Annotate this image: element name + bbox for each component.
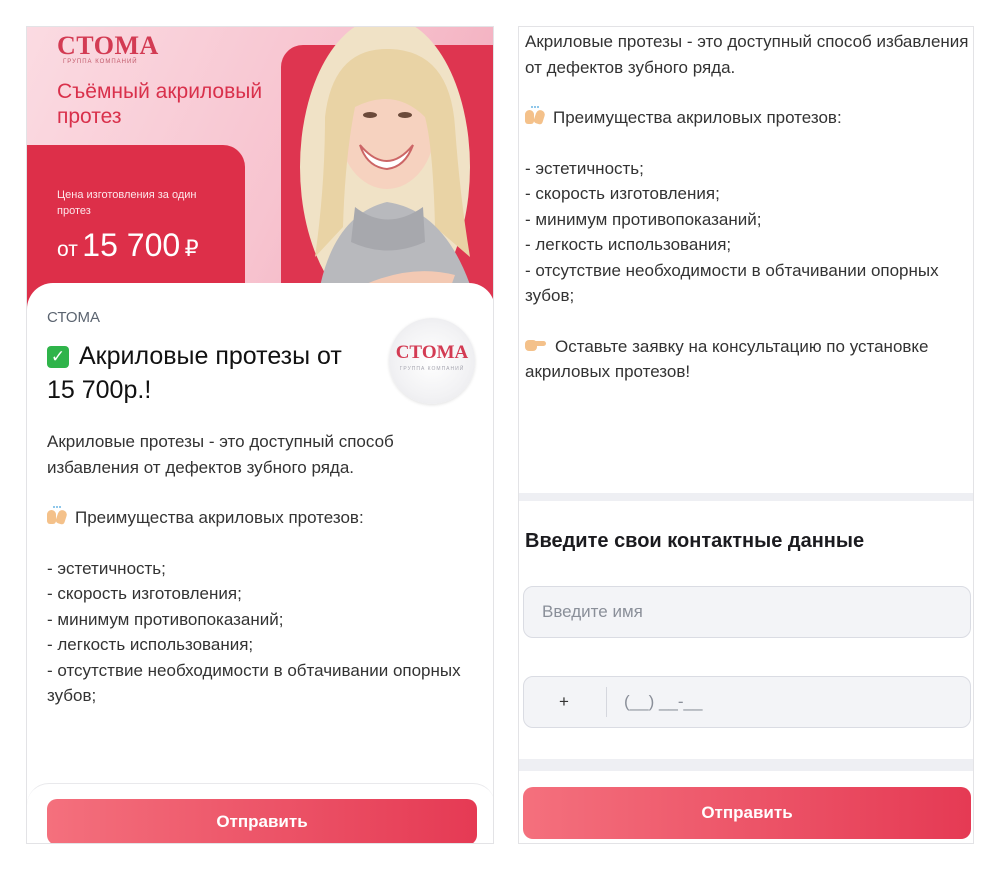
submit-button[interactable]: Отправить — [47, 799, 477, 843]
benefit-item: - легкость использования; — [47, 635, 254, 654]
section-divider — [519, 493, 973, 501]
cta-text: Оставьте заявку на консультацию по устан… — [525, 336, 929, 382]
check-icon: ✓ — [47, 346, 69, 368]
form-title: Введите свои контактные данные — [525, 530, 865, 552]
benefit-item: - эстетичность; — [525, 158, 644, 178]
benefit-item: - легкость использования; — [525, 235, 732, 254]
brand-logo-subtitle: ГРУППА КОМПАНИЙ — [63, 59, 138, 65]
price-label: Цена изготовления за один протез — [57, 189, 197, 217]
benefit-item: - скорость изготовления; — [525, 184, 720, 203]
phone-input[interactable]: + (__) __-__ — [523, 676, 971, 728]
ad-preview-card: СТОМА ГРУППА КОМПАНИЙ Съёмный акриловый … — [26, 26, 494, 844]
ad-title-text: Акриловые протезы от 15 700р.! — [47, 342, 342, 404]
cta-line: Оставьте заявку на консультацию по устан… — [525, 334, 969, 385]
benefit-item: - отсутствие необходимости в обтачивании… — [525, 260, 939, 306]
phone-mask-placeholder: (__) __-__ — [624, 692, 703, 711]
benefits-heading-line: Преимущества акриловых протезов: — [47, 505, 477, 531]
phone-separator — [606, 687, 607, 717]
brand-logo: СТОМА — [57, 31, 159, 60]
price-number: 15 700 — [82, 227, 181, 263]
submit-button[interactable]: Отправить — [523, 787, 971, 839]
benefit-item: - скорость изготовления; — [47, 584, 242, 603]
price-value: от 15 700 ₽ — [57, 227, 199, 264]
benefits-heading: Преимущества акриловых протезов: — [553, 108, 842, 127]
phone-country-prefix[interactable]: + — [559, 677, 569, 727]
company-avatar[interactable]: СТОМА ГРУППА КОМПАНИЙ — [389, 318, 475, 404]
name-input[interactable]: Введите имя — [523, 586, 971, 638]
price-prefix: от — [57, 238, 78, 261]
woman-photo — [255, 27, 493, 319]
ad-content-card: СТОМА ✓ Акриловые протезы от 15 700р.! СТ… — [27, 283, 493, 843]
avatar-logo-subtitle: ГРУППА КОМПАНИЙ — [399, 366, 465, 372]
ad-title: ✓ Акриловые протезы от 15 700р.! — [47, 339, 367, 407]
section-divider — [519, 759, 973, 771]
form-description: Акриловые протезы - это доступный способ… — [525, 29, 969, 385]
benefit-item: - отсутствие необходимости в обтачивании… — [47, 660, 461, 706]
name-input-placeholder: Введите имя — [542, 602, 643, 621]
benefit-item: - минимум противопоказаний; — [47, 609, 284, 629]
benefit-item: - минимум противопоказаний; — [525, 209, 762, 229]
raising-hands-emoji-icon — [525, 106, 546, 126]
pointing-right-emoji-icon — [525, 338, 547, 352]
avatar-logo: СТОМА — [395, 342, 469, 363]
lead-form-panel: Акриловые протезы - это доступный способ… — [518, 26, 974, 844]
raising-hands-emoji-icon — [47, 506, 68, 526]
description-intro: Акриловые протезы - это доступный способ… — [47, 432, 394, 477]
ad-description: Акриловые протезы - это доступный способ… — [47, 429, 477, 709]
ad-banner-image: СТОМА ГРУППА КОМПАНИЙ Съёмный акриловый … — [27, 27, 493, 319]
banner-title: Съёмный акриловый протез — [57, 80, 263, 128]
benefit-item: - эстетичность; — [47, 558, 166, 578]
company-name: СТОМА — [47, 309, 100, 326]
price-currency: ₽ — [184, 236, 199, 261]
benefits-heading-line: Преимущества акриловых протезов: — [525, 105, 969, 131]
description-intro: Акриловые протезы - это доступный способ… — [525, 32, 969, 77]
benefits-heading: Преимущества акриловых протезов: — [75, 508, 364, 527]
